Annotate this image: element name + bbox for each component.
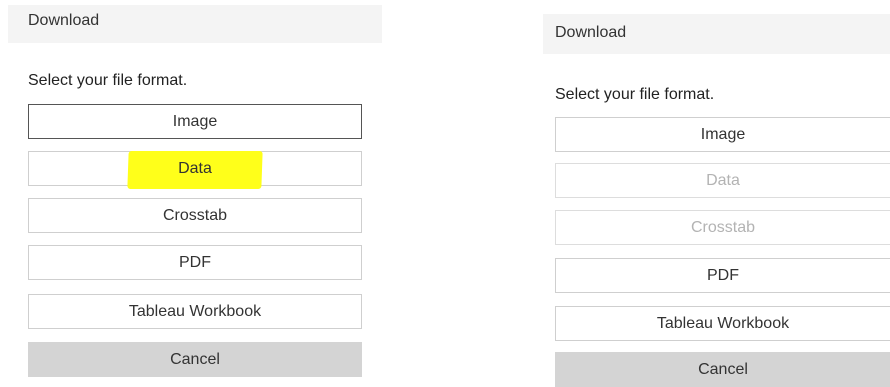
image-option-label: Image <box>700 126 746 143</box>
tableau-workbook-option-button[interactable]: Tableau Workbook <box>28 294 362 329</box>
cancel-button[interactable]: Cancel <box>555 352 890 387</box>
file-format-prompt: Select your file format. <box>555 86 715 103</box>
dialog-header: Download <box>543 14 890 54</box>
dialog-title: Download <box>28 12 100 29</box>
pdf-option-label: PDF <box>179 254 211 271</box>
data-option-label: Data <box>706 172 740 189</box>
pdf-option-label: PDF <box>707 267 739 284</box>
data-option-label: Data <box>178 160 212 177</box>
data-option-button[interactable]: Data <box>28 151 362 189</box>
crosstab-option-button[interactable]: Crosstab <box>28 198 362 233</box>
data-option-button-disabled: Data <box>555 163 890 198</box>
cancel-button[interactable]: Cancel <box>28 342 362 377</box>
download-dialog-left: Download Select your file format. Image … <box>0 0 390 385</box>
image-option-button[interactable]: Image <box>555 117 890 152</box>
file-format-prompt: Select your file format. <box>28 72 188 89</box>
dialog-title: Download <box>555 24 627 41</box>
tableau-workbook-option-label: Tableau Workbook <box>128 303 262 320</box>
cancel-label: Cancel <box>698 361 748 378</box>
crosstab-option-label: Crosstab <box>162 207 228 224</box>
image-option-button[interactable]: Image <box>28 104 362 139</box>
download-dialog-right: Download Select your file format. Image … <box>535 0 890 387</box>
dialog-header: Download <box>8 5 382 43</box>
crosstab-option-button-disabled: Crosstab <box>555 210 890 245</box>
cancel-label: Cancel <box>170 351 220 368</box>
pdf-option-button[interactable]: PDF <box>555 258 890 293</box>
tableau-workbook-option-label: Tableau Workbook <box>656 315 790 332</box>
tableau-workbook-option-button[interactable]: Tableau Workbook <box>555 306 890 341</box>
pdf-option-button[interactable]: PDF <box>28 245 362 280</box>
crosstab-option-label: Crosstab <box>690 219 756 236</box>
image-option-label: Image <box>172 113 218 130</box>
